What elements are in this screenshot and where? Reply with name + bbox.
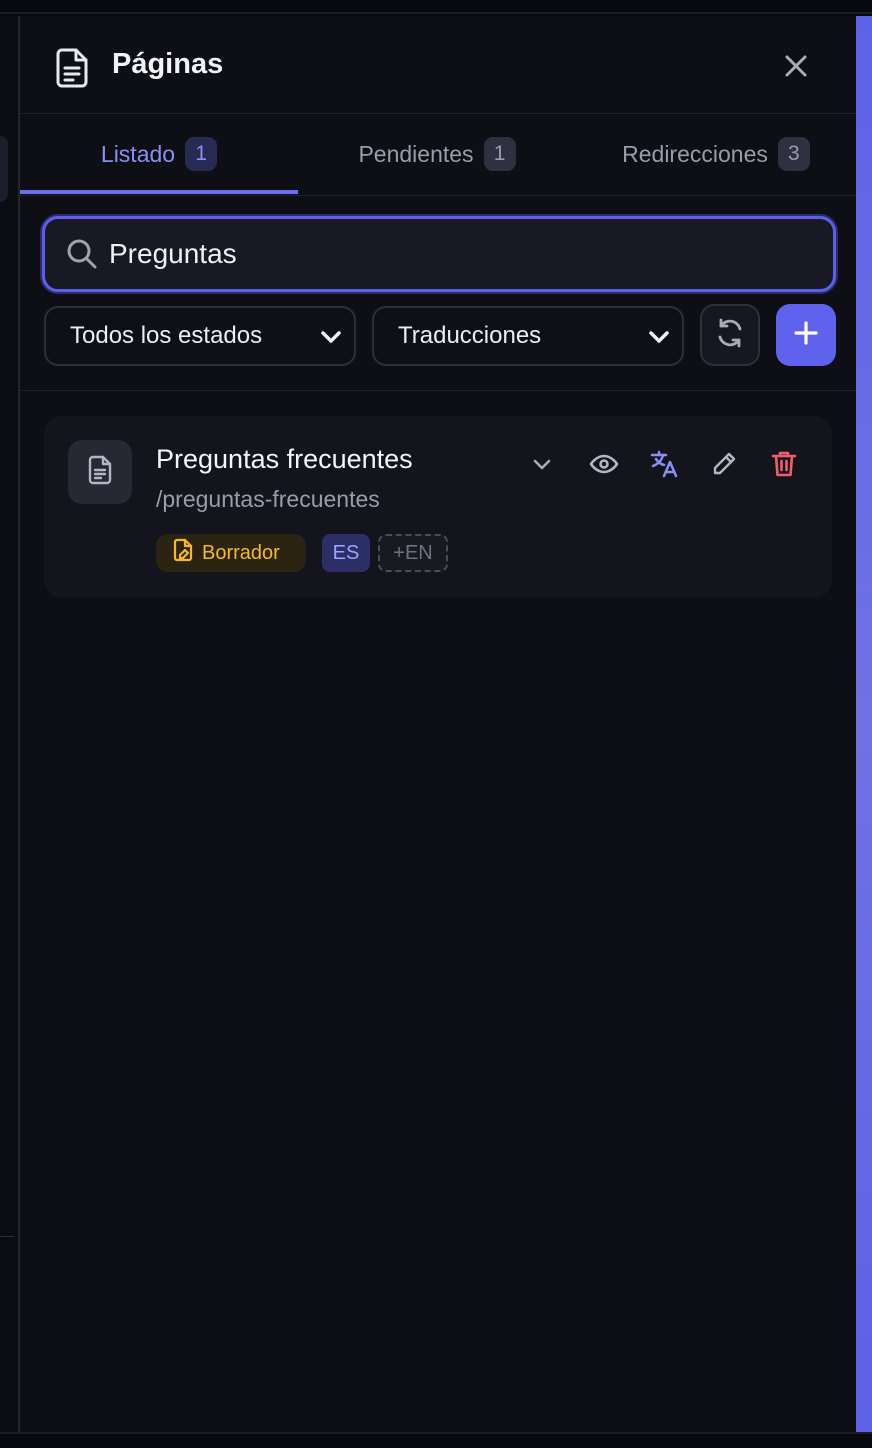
pencil-icon: [710, 450, 738, 483]
tab-listado[interactable]: Listado 1: [20, 114, 298, 194]
status-label: Borrador: [202, 541, 280, 564]
add-page-button[interactable]: [776, 304, 836, 366]
page-slug: /preguntas-frecuentes: [156, 486, 380, 512]
chevron-down-icon: [531, 453, 553, 480]
file-edit-icon: [172, 538, 194, 568]
tab-label: Pendientes: [358, 140, 474, 167]
tab-bar: Listado 1 Pendientes 1 Redirecciones 3: [20, 114, 856, 196]
delete-button[interactable]: [764, 446, 804, 486]
translation-filter-select[interactable]: Traducciones: [372, 306, 684, 366]
translation-filter-value: Traducciones: [398, 322, 542, 349]
page-card[interactable]: Preguntas frecuentes /preguntas-frecuent…: [44, 416, 832, 598]
background-nav-pill: [0, 136, 8, 202]
tab-redirecciones[interactable]: Redirecciones 3: [576, 114, 856, 194]
trash-icon: [771, 450, 797, 483]
status-filter-select[interactable]: Todos los estados: [44, 306, 356, 366]
section-divider: [20, 390, 856, 391]
close-button[interactable]: [778, 50, 814, 86]
tab-count-badge: 3: [777, 137, 810, 171]
add-language-en-button[interactable]: +EN: [378, 534, 448, 572]
top-strip: [0, 0, 872, 14]
panel-header: Páginas: [20, 16, 856, 114]
tab-label: Redirecciones: [622, 140, 768, 167]
accent-edge-bar: [856, 16, 872, 1432]
tab-pendientes[interactable]: Pendientes 1: [298, 114, 576, 194]
chevron-down-icon: [320, 326, 342, 346]
refresh-icon: [714, 317, 746, 354]
preview-button[interactable]: [584, 446, 624, 486]
search-icon: [65, 237, 99, 271]
plus-icon: [792, 319, 820, 352]
page-actions: [522, 446, 812, 486]
page-title: Preguntas frecuentes: [156, 444, 413, 474]
status-filter-value: Todos los estados: [70, 322, 263, 349]
active-tab-indicator: [20, 190, 298, 194]
translate-icon: [649, 449, 679, 484]
refresh-button[interactable]: [700, 304, 760, 366]
search-box[interactable]: [42, 216, 836, 292]
eye-icon: [589, 453, 619, 480]
pages-panel: Páginas Listado 1 Pendientes 1 Redirecci…: [18, 16, 856, 1432]
background-app-edge: [0, 16, 18, 1432]
search-input[interactable]: [109, 229, 809, 279]
chevron-down-icon: [648, 326, 670, 346]
tab-count-badge: 1: [185, 137, 218, 171]
page-thumbnail: [68, 440, 132, 504]
panel-title: Páginas: [112, 48, 224, 80]
status-badge: Borrador: [156, 534, 306, 572]
close-icon: [783, 53, 809, 84]
edit-button[interactable]: [704, 446, 744, 486]
background-divider: [0, 1236, 14, 1237]
translate-button[interactable]: [644, 446, 684, 486]
language-badge-es: ES: [322, 534, 370, 572]
bottom-strip: [0, 1432, 872, 1448]
expand-button[interactable]: [522, 446, 562, 486]
tab-count-badge: 1: [483, 137, 516, 171]
tab-label: Listado: [100, 140, 176, 167]
document-icon: [86, 454, 114, 491]
document-icon: [52, 46, 92, 90]
